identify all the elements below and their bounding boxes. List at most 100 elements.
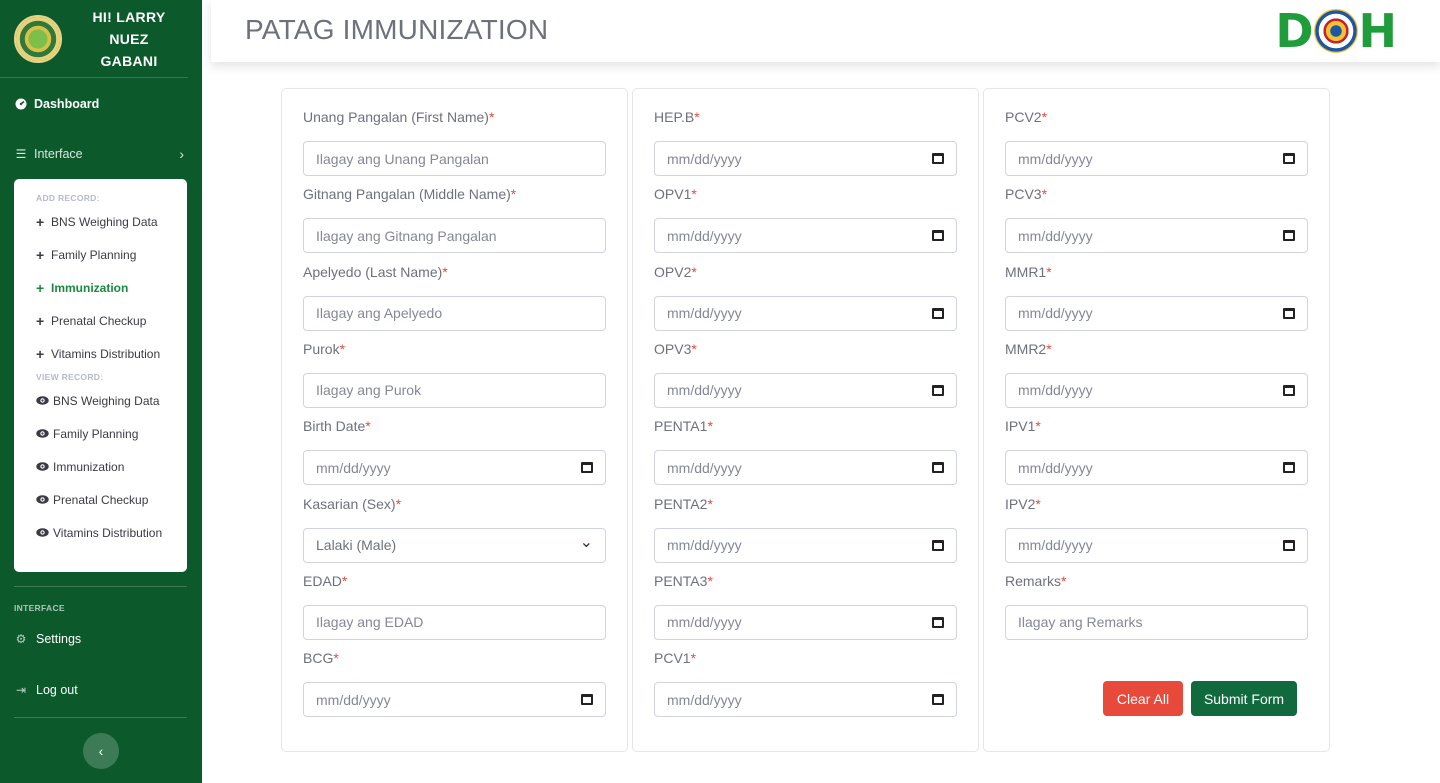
view-bns-weighing[interactable]: BNS Weighing Data xyxy=(14,384,187,417)
calendar-icon[interactable] xyxy=(932,694,944,706)
sidebar-brand[interactable]: HI! LARRY NUEZ GABANI xyxy=(0,0,188,78)
nav-dashboard[interactable]: Dashboard xyxy=(0,79,99,129)
add-prenatal-checkup[interactable]: + Prenatal Checkup xyxy=(14,304,187,337)
field-label-text: PENTA2 xyxy=(654,495,708,512)
eye-icon xyxy=(36,495,50,504)
add-family-planning[interactable]: + Family Planning xyxy=(14,238,187,271)
penta2-date-input[interactable]: mm/dd/yyyy xyxy=(654,527,957,563)
field-ipv1: IPV1* mm/dd/yyyy xyxy=(1005,418,1308,486)
calendar-icon[interactable] xyxy=(932,616,944,628)
nav-logout[interactable]: ⇥ Log out xyxy=(14,683,78,697)
mmr1-date-input[interactable]: mm/dd/yyyy xyxy=(1005,295,1308,331)
calendar-icon[interactable] xyxy=(1283,539,1295,551)
required-asterisk: * xyxy=(707,418,713,435)
nav-interface[interactable]: ☰ Interface › xyxy=(0,129,202,179)
opv1-date-input[interactable]: mm/dd/yyyy xyxy=(654,218,957,254)
calendar-icon[interactable] xyxy=(932,539,944,551)
add-vitamins-distribution[interactable]: + Vitamins Distribution xyxy=(14,337,187,370)
input-placeholder: mm/dd/yyyy xyxy=(667,459,742,476)
field-label: BCG* xyxy=(303,650,606,670)
ipv2-date-input[interactable]: mm/dd/yyyy xyxy=(1005,527,1308,563)
birth-date-date-input[interactable]: mm/dd/yyyy xyxy=(303,450,606,486)
field-label: IPV2* xyxy=(1005,496,1308,516)
plus-icon: + xyxy=(36,345,45,362)
calendar-icon[interactable] xyxy=(1283,307,1295,319)
doh-logo: D H xyxy=(1275,4,1397,58)
field-label-text: HEP.B xyxy=(654,109,695,125)
interface-heading: INTERFACE xyxy=(14,603,65,613)
opv2-date-input[interactable]: mm/dd/yyyy xyxy=(654,295,957,331)
user-greeting: HI! LARRY NUEZ GABANI xyxy=(74,6,184,72)
field-label: EDAD* xyxy=(303,573,606,593)
greeting-line-1: HI! LARRY xyxy=(92,8,166,25)
calendar-icon[interactable] xyxy=(581,694,593,706)
form-card-vaccines-2: PCV2* mm/dd/yyyy PCV3* mm/dd/yyyy MMR1* mm/dd… xyxy=(983,88,1330,752)
field-label: Remarks* xyxy=(1005,573,1308,593)
view-prenatal-checkup[interactable]: Prenatal Checkup xyxy=(14,483,187,516)
calendar-icon[interactable] xyxy=(932,462,944,474)
required-asterisk: * xyxy=(691,186,697,203)
topbar: PATAG IMMUNIZATION D H xyxy=(211,0,1440,62)
view-item-label: Immunization xyxy=(53,459,125,474)
kasarian-select[interactable]: Lalaki (Male) ⌄ xyxy=(303,527,606,563)
calendar-icon[interactable] xyxy=(932,307,944,319)
pcv2-date-input[interactable]: mm/dd/yyyy xyxy=(1005,141,1308,176)
field-purok: Purok* Ilagay ang Purok xyxy=(303,341,606,408)
field-label-text: PCV1 xyxy=(654,650,691,667)
nav-settings[interactable]: ⚙ Settings xyxy=(14,632,82,646)
mmr2-date-input[interactable]: mm/dd/yyyy xyxy=(1005,372,1308,408)
input-placeholder: mm/dd/yyyy xyxy=(667,537,742,553)
required-asterisk: * xyxy=(442,263,448,280)
calendar-icon[interactable] xyxy=(581,462,593,474)
penta1-date-input[interactable]: mm/dd/yyyy xyxy=(654,450,957,486)
field-apelyedo: Apelyedo (Last Name)* Ilagay ang Apelyedo xyxy=(303,264,606,331)
sign-out-icon: ⇥ xyxy=(15,683,27,697)
calendar-icon[interactable] xyxy=(1283,230,1295,242)
field-label: Birth Date* xyxy=(303,418,606,438)
view-item-label: Vitamins Distribution xyxy=(53,525,163,540)
add-immunization[interactable]: + Immunization xyxy=(14,271,187,304)
field-label: PCV3* xyxy=(1005,186,1308,206)
apelyedo-input[interactable]: Ilagay ang Apelyedo xyxy=(303,295,606,331)
submit-form-button[interactable]: Submit Form xyxy=(1191,681,1297,716)
sidebar: HI! LARRY NUEZ GABANI Dashboard ☰ Interf… xyxy=(0,0,202,783)
pcv1-date-input[interactable]: mm/dd/yyyy xyxy=(654,682,957,718)
nav-logout-label: Log out xyxy=(36,683,78,697)
field-label: IPV1* xyxy=(1005,418,1308,438)
gitnang-pangalan-input[interactable]: Ilagay ang Gitnang Pangalan xyxy=(303,218,606,254)
calendar-icon[interactable] xyxy=(932,384,944,396)
field-mmr1: MMR1* mm/dd/yyyy xyxy=(1005,264,1308,331)
remarks-input[interactable]: Ilagay ang Remarks xyxy=(1005,604,1308,640)
calendar-icon[interactable] xyxy=(1283,153,1295,164)
view-immunization[interactable]: Immunization xyxy=(14,450,187,483)
required-asterisk: * xyxy=(1041,186,1048,203)
sidebar-toggle-button[interactable]: ‹ xyxy=(83,733,119,769)
calendar-icon[interactable] xyxy=(932,230,944,242)
required-asterisk: * xyxy=(1046,340,1052,357)
field-opv2: OPV2* mm/dd/yyyy xyxy=(654,264,957,331)
bcg-date-input[interactable]: mm/dd/yyyy xyxy=(303,682,606,718)
field-label-text: PCV3 xyxy=(1005,186,1042,203)
field-label-text: MMR2 xyxy=(1005,340,1047,357)
penta3-date-input[interactable]: mm/dd/yyyy xyxy=(654,604,957,640)
view-family-planning[interactable]: Family Planning xyxy=(14,417,187,450)
pcv3-date-input[interactable]: mm/dd/yyyy xyxy=(1005,218,1308,254)
opv3-date-input[interactable]: mm/dd/yyyy xyxy=(654,372,957,408)
calendar-icon[interactable] xyxy=(932,153,944,164)
calendar-icon[interactable] xyxy=(1283,462,1295,474)
eye-icon xyxy=(36,396,50,405)
add-bns-weighing[interactable]: + BNS Weighing Data xyxy=(14,205,187,238)
clear-all-button[interactable]: Clear All xyxy=(1103,681,1183,716)
edad-input[interactable]: Ilagay ang EDAD xyxy=(303,604,606,640)
view-vitamins-distribution[interactable]: Vitamins Distribution xyxy=(14,516,187,549)
interface-submenu: ADD RECORD: + BNS Weighing Data + Family P… xyxy=(14,179,187,572)
field-label-text: Remarks xyxy=(1005,572,1062,589)
plus-icon: + xyxy=(36,312,45,329)
unang-pangalan-input[interactable]: Ilagay ang Unang Pangalan xyxy=(303,141,606,176)
required-asterisk: * xyxy=(694,109,700,125)
calendar-icon[interactable] xyxy=(1283,384,1295,396)
hep-b-date-input[interactable]: mm/dd/yyyy xyxy=(654,141,957,176)
chevron-down-icon[interactable]: ⌄ xyxy=(580,532,593,552)
purok-input[interactable]: Ilagay ang Purok xyxy=(303,372,606,408)
ipv1-date-input[interactable]: mm/dd/yyyy xyxy=(1005,450,1308,486)
